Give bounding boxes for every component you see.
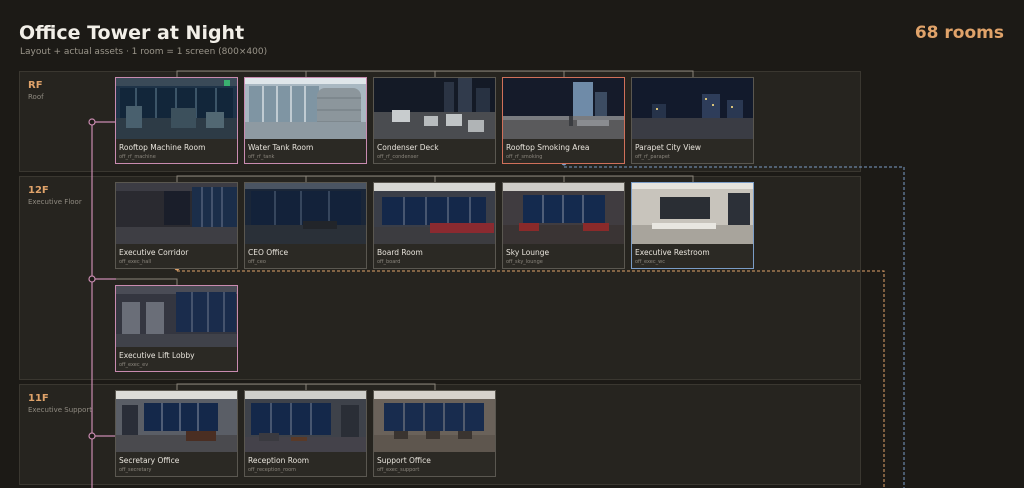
room-card-condenser-deck[interactable]: Condenser Deck off_rf_condenser [373, 77, 496, 164]
room-id: off_rf_machine [119, 154, 156, 160]
room-title: CEO Office [248, 248, 289, 257]
room-card-rooftop-smoking-area[interactable]: Rooftop Smoking Area off_rf_smoking [502, 77, 625, 164]
room-thumbnail [503, 78, 624, 139]
room-thumbnail [374, 78, 495, 139]
room-id: off_ceo [248, 259, 266, 265]
room-card-parapet-city-view[interactable]: Parapet City View off_rf_parapet [631, 77, 754, 164]
room-title: Secretary Office [119, 456, 180, 465]
room-thumbnail [632, 78, 753, 139]
room-card-executive-corridor[interactable]: Executive Corridor off_exec_hall [115, 182, 238, 269]
room-id: off_board [377, 259, 401, 265]
room-thumbnail [245, 183, 366, 244]
room-card-support-office[interactable]: Support Office off_exec_support [373, 390, 496, 477]
room-card-reception-room[interactable]: Reception Room off_reception_room [244, 390, 367, 477]
room-thumbnail [116, 286, 237, 347]
room-title: Board Room [377, 248, 423, 257]
room-id: off_exec_support [377, 467, 420, 473]
room-id: off_rf_parapet [635, 154, 670, 160]
room-id: off_rf_tank [248, 154, 275, 160]
room-id: off_reception_room [248, 467, 297, 473]
room-title: Support Office [377, 456, 431, 465]
room-id: off_rf_smoking [506, 154, 543, 160]
room-title: Water Tank Room [248, 143, 314, 152]
room-thumbnail [632, 183, 753, 244]
room-thumbnail [374, 391, 495, 452]
room-title: Parapet City View [635, 143, 702, 152]
room-title: Reception Room [248, 456, 310, 465]
room-title: Executive Lift Lobby [119, 351, 195, 360]
room-card-water-tank-room[interactable]: Water Tank Room off_rf_tank [244, 77, 367, 164]
room-thumbnail [116, 391, 237, 452]
room-card-executive-lift-lobby[interactable]: Executive Lift Lobby off_exec_ev [115, 285, 238, 372]
room-title: Condenser Deck [377, 143, 439, 152]
room-id: off_exec_hall [119, 259, 152, 265]
room-thumbnail [374, 183, 495, 244]
room-thumbnail [116, 183, 237, 244]
room-card-sky-lounge[interactable]: Sky Lounge off_sky_lounge [502, 182, 625, 269]
room-thumbnail [245, 391, 366, 452]
room-card-ceo-office[interactable]: CEO Office off_ceo [244, 182, 367, 269]
room-card-board-room[interactable]: Board Room off_board [373, 182, 496, 269]
room-thumbnail [503, 183, 624, 244]
room-id: off_sky_lounge [506, 259, 543, 265]
room-title: Sky Lounge [506, 248, 550, 257]
room-card-secretary-office[interactable]: Secretary Office off_secretary [115, 390, 238, 477]
room-thumbnail [245, 78, 366, 139]
room-title: Rooftop Smoking Area [506, 143, 590, 152]
room-thumbnail [116, 78, 237, 139]
room-title: Executive Restroom [635, 248, 710, 257]
room-id: off_exec_wc [635, 259, 665, 265]
room-id: off_secretary [119, 467, 152, 473]
room-id: off_rf_condenser [377, 154, 419, 160]
room-id: off_exec_ev [119, 362, 149, 368]
room-title: Rooftop Machine Room [119, 143, 206, 152]
room-card-executive-restroom[interactable]: Executive Restroom off_exec_wc [631, 182, 754, 269]
room-card-rooftop-machine-room[interactable]: Rooftop Machine Room off_rf_machine [115, 77, 238, 164]
room-title: Executive Corridor [119, 248, 189, 257]
